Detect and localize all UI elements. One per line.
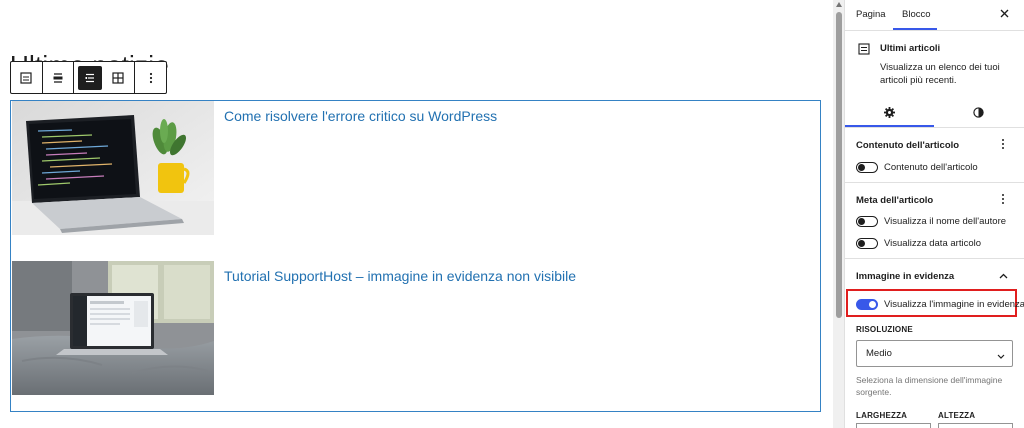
resolution-label: RISOLUZIONE bbox=[856, 325, 913, 334]
panel-title: Contenuto dell'articolo bbox=[856, 140, 960, 151]
toggle-post-date[interactable]: Visualizza data articolo bbox=[856, 237, 981, 249]
height-label: ALTEZZA bbox=[938, 411, 976, 420]
list-item: Tutorial SupportHost – immagine in evide… bbox=[12, 261, 820, 411]
toggle-label: Visualizza il nome dell'autore bbox=[884, 215, 1007, 227]
block-type-icon[interactable] bbox=[11, 62, 42, 93]
styles-contrast-icon[interactable] bbox=[934, 97, 1023, 128]
post-title-link[interactable]: Tutorial SupportHost – immagine in evide… bbox=[224, 267, 576, 285]
panel-post-content: Contenuto dell'articolo Contenuto dell'a… bbox=[845, 128, 1024, 183]
block-description: Visualizza un elenco dei tuoi articoli p… bbox=[880, 62, 1000, 86]
height-input[interactable] bbox=[938, 423, 1013, 428]
toggle-post-content[interactable]: Contenuto dell'articolo bbox=[856, 161, 978, 173]
editor-canvas: Ultime notizie bbox=[0, 0, 833, 428]
post-featured-image[interactable] bbox=[12, 261, 214, 395]
scroll-up-arrow-icon[interactable] bbox=[836, 2, 842, 7]
resolution-value: Medio bbox=[866, 348, 892, 359]
settings-sidebar: Pagina Blocco Ultimi articoli Visualizza… bbox=[845, 0, 1024, 428]
width-label: LARGHEZZA bbox=[856, 411, 908, 420]
list-item: Come risolvere l'errore critico su WordP… bbox=[12, 101, 820, 251]
active-subtab-indicator bbox=[845, 125, 934, 127]
toggle-switch[interactable] bbox=[856, 298, 878, 310]
width-input[interactable] bbox=[856, 423, 931, 428]
tab-pagina[interactable]: Pagina bbox=[856, 9, 886, 20]
resolution-help: Seleziona la dimensione dell'immagine so… bbox=[856, 375, 1003, 397]
post-featured-image[interactable] bbox=[12, 101, 214, 235]
grid-view-icon[interactable] bbox=[106, 62, 130, 93]
toggle-featured-image[interactable]: Visualizza l'immagine in evidenza bbox=[856, 298, 1024, 310]
panel-title: Meta dell'articolo bbox=[856, 195, 934, 206]
toggle-switch[interactable] bbox=[856, 215, 878, 227]
close-icon[interactable] bbox=[1000, 7, 1009, 21]
more-options-icon[interactable] bbox=[135, 62, 166, 93]
sidebar-tabs: Pagina Blocco bbox=[845, 0, 1024, 31]
more-options-icon[interactable] bbox=[1001, 193, 1005, 207]
post-title-link[interactable]: Come risolvere l'errore critico su WordP… bbox=[224, 107, 497, 125]
more-options-icon[interactable] bbox=[1001, 138, 1005, 152]
scroll-thumb[interactable] bbox=[836, 12, 842, 318]
list-view-icon[interactable] bbox=[78, 65, 103, 90]
chevron-down-icon bbox=[997, 351, 1005, 362]
toggle-label: Visualizza data articolo bbox=[884, 237, 981, 249]
block-toolbar bbox=[10, 61, 167, 94]
chevron-up-icon[interactable] bbox=[999, 271, 1008, 282]
toggle-switch[interactable] bbox=[856, 161, 878, 173]
toggle-author-name[interactable]: Visualizza il nome dell'autore bbox=[856, 215, 1006, 227]
settings-gear-icon[interactable] bbox=[845, 97, 934, 128]
align-wide-icon[interactable] bbox=[43, 62, 74, 93]
inspector-tabs bbox=[845, 97, 1024, 128]
panel-title[interactable]: Immagine in evidenza bbox=[856, 271, 954, 282]
toggle-label: Visualizza l'immagine in evidenza bbox=[884, 298, 1024, 310]
layout-view-group bbox=[74, 62, 130, 93]
active-tab-indicator bbox=[893, 28, 937, 30]
panel-post-meta: Meta dell'articolo Visualizza il nome de… bbox=[845, 183, 1024, 259]
latest-posts-icon bbox=[858, 43, 870, 58]
editor-scrollbar[interactable] bbox=[833, 0, 845, 428]
block-card: Ultimi articoli Visualizza un elenco dei… bbox=[845, 31, 1024, 97]
toggle-label: Contenuto dell'articolo bbox=[884, 161, 978, 173]
toggle-switch[interactable] bbox=[856, 237, 878, 249]
resolution-select[interactable]: Medio bbox=[856, 340, 1013, 367]
tab-blocco[interactable]: Blocco bbox=[902, 9, 931, 20]
block-title: Ultimi articoli bbox=[880, 43, 941, 54]
latest-posts-block[interactable]: Come risolvere l'errore critico su WordP… bbox=[10, 100, 821, 412]
